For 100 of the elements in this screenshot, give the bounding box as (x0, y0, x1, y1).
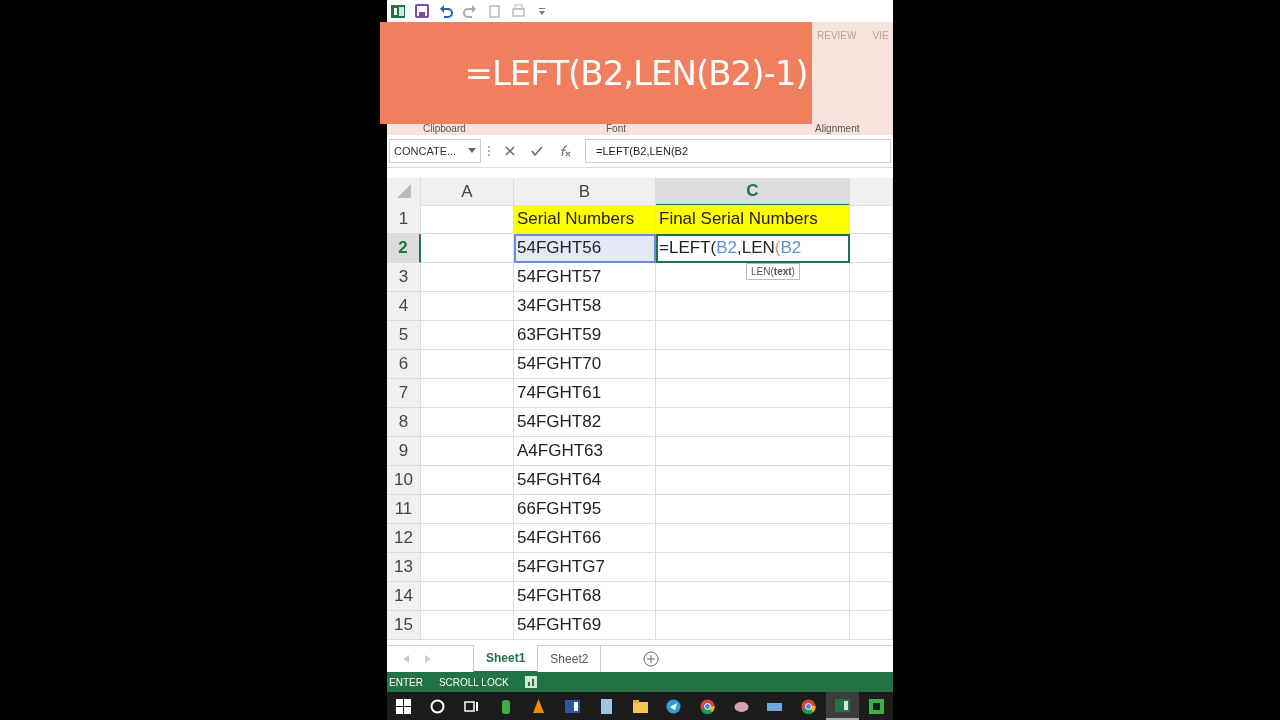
empty-cell[interactable] (850, 553, 893, 582)
empty-cell[interactable] (850, 379, 893, 408)
empty-cell[interactable] (850, 466, 893, 495)
cancel-icon[interactable] (505, 146, 515, 156)
empty-cell[interactable] (656, 408, 850, 437)
column-header[interactable]: B (514, 178, 656, 206)
empty-cell[interactable] (850, 495, 893, 524)
table-cell[interactable]: 54FGHT82 (514, 408, 656, 437)
table-cell[interactable]: 54FGHT56 (514, 234, 656, 263)
caret-icon[interactable] (468, 148, 476, 154)
row-header[interactable]: 4 (387, 292, 421, 321)
empty-cell[interactable] (850, 263, 893, 292)
row-header[interactable]: 3 (387, 263, 421, 292)
row-header[interactable]: 7 (387, 379, 421, 408)
empty-cell[interactable] (656, 553, 850, 582)
empty-cell[interactable] (850, 292, 893, 321)
empty-cell[interactable] (656, 379, 850, 408)
column-header[interactable]: A (421, 178, 514, 206)
row-header[interactable]: 8 (387, 408, 421, 437)
row-header[interactable]: 11 (387, 495, 421, 524)
empty-cell[interactable] (656, 321, 850, 350)
redo-icon[interactable] (463, 4, 477, 18)
empty-cell[interactable] (850, 408, 893, 437)
browser-icon[interactable] (699, 698, 715, 714)
ribbon-group-label: Clipboard (423, 122, 466, 136)
empty-cell[interactable] (656, 582, 850, 611)
name-box[interactable]: CONCATE... (389, 139, 481, 163)
folder-icon[interactable] (632, 698, 648, 714)
empty-cell[interactable] (656, 292, 850, 321)
word-icon[interactable] (565, 698, 581, 714)
paper-plane-icon[interactable] (666, 698, 682, 714)
undo-icon[interactable] (439, 4, 453, 18)
table-cell[interactable]: Serial Numbers (514, 205, 656, 234)
select-all-corner[interactable] (387, 178, 421, 206)
name-box-text: CONCATE... (394, 143, 457, 159)
select-all-icon[interactable] (396, 184, 411, 199)
sheet-tab[interactable]: Sheet1 (473, 645, 539, 673)
table-cell[interactable]: 54FGHT66 (514, 524, 656, 553)
empty-cell[interactable] (850, 437, 893, 466)
table-cell[interactable]: 54FGHT64 (514, 466, 656, 495)
save-icon[interactable] (415, 4, 429, 18)
formula-input[interactable]: =LEFT(B2,LEN(B2 (585, 139, 891, 163)
formula-text: =LEFT(B2,LEN(B2 (659, 237, 802, 260)
row-header[interactable]: 5 (387, 321, 421, 350)
table-cell[interactable]: 54FGHT70 (514, 350, 656, 379)
empty-cell[interactable] (656, 524, 850, 553)
macro-icon[interactable] (524, 676, 537, 688)
empty-cell[interactable] (850, 524, 893, 553)
empty-cell[interactable] (656, 437, 850, 466)
column-header[interactable]: C (656, 178, 850, 206)
table-cell[interactable]: 74FGHT61 (514, 379, 656, 408)
row-header[interactable]: 10 (387, 466, 421, 495)
app-icon[interactable] (868, 698, 884, 714)
excel-logo-icon[interactable] (391, 4, 405, 18)
table-cell[interactable]: 54FGHT57 (514, 263, 656, 292)
table-cell[interactable]: 54FGHT69 (514, 611, 656, 640)
table-cell[interactable]: 63FGHT59 (514, 321, 656, 350)
row-header[interactable]: 6 (387, 350, 421, 379)
browser-icon[interactable] (801, 698, 817, 714)
empty-cell[interactable] (850, 321, 893, 350)
table-cell[interactable]: 66FGHT95 (514, 495, 656, 524)
function-tooltip: LEN(text) (746, 263, 800, 280)
printer-icon[interactable] (511, 4, 525, 18)
row-header[interactable]: 2 (387, 234, 421, 263)
row-header[interactable]: 1 (387, 205, 421, 234)
empty-cell[interactable] (656, 495, 850, 524)
notepad-icon[interactable] (598, 698, 614, 714)
windows-icon[interactable] (396, 698, 412, 714)
table-cell[interactable]: 34FGHT58 (514, 292, 656, 321)
search-icon[interactable] (430, 698, 446, 714)
excel-icon[interactable] (834, 697, 850, 713)
table-cell[interactable]: A4FGHT63 (514, 437, 656, 466)
table-cell[interactable]: 54FGHTG7 (514, 553, 656, 582)
row-header[interactable]: 12 (387, 524, 421, 553)
cell-editor[interactable]: =LEFT(B2,LEN(B2 (656, 234, 850, 263)
task-view-icon[interactable] (463, 698, 479, 714)
empty-cell[interactable] (850, 234, 893, 263)
empty-cell[interactable] (850, 611, 893, 640)
function-icon[interactable] (559, 145, 571, 157)
check-icon[interactable] (531, 146, 543, 156)
empty-cell[interactable] (850, 582, 893, 611)
grip-icon (487, 145, 491, 157)
add-sheet-icon[interactable] (643, 651, 660, 667)
right-arrow-icon[interactable] (425, 655, 431, 663)
traffic-cone-icon[interactable] (531, 698, 547, 714)
row-header[interactable]: 9 (387, 437, 421, 466)
row-header[interactable]: 14 (387, 582, 421, 611)
empty-cell[interactable] (656, 611, 850, 640)
empty-cell[interactable] (850, 350, 893, 379)
status-text: ENTER (389, 675, 423, 690)
row-header[interactable]: 15 (387, 611, 421, 640)
ribbon-group-label: Font (606, 122, 626, 136)
left-arrow-icon[interactable] (403, 655, 409, 663)
row-header[interactable]: 13 (387, 553, 421, 582)
table-cell[interactable]: Final Serial Numbers (656, 205, 850, 234)
empty-cell[interactable] (656, 466, 850, 495)
empty-cell[interactable] (656, 350, 850, 379)
formula-banner: =LEFT(B2,LEN(B2)-1) (380, 22, 812, 124)
table-cell[interactable]: 54FGHT68 (514, 582, 656, 611)
column-header[interactable] (850, 178, 893, 206)
